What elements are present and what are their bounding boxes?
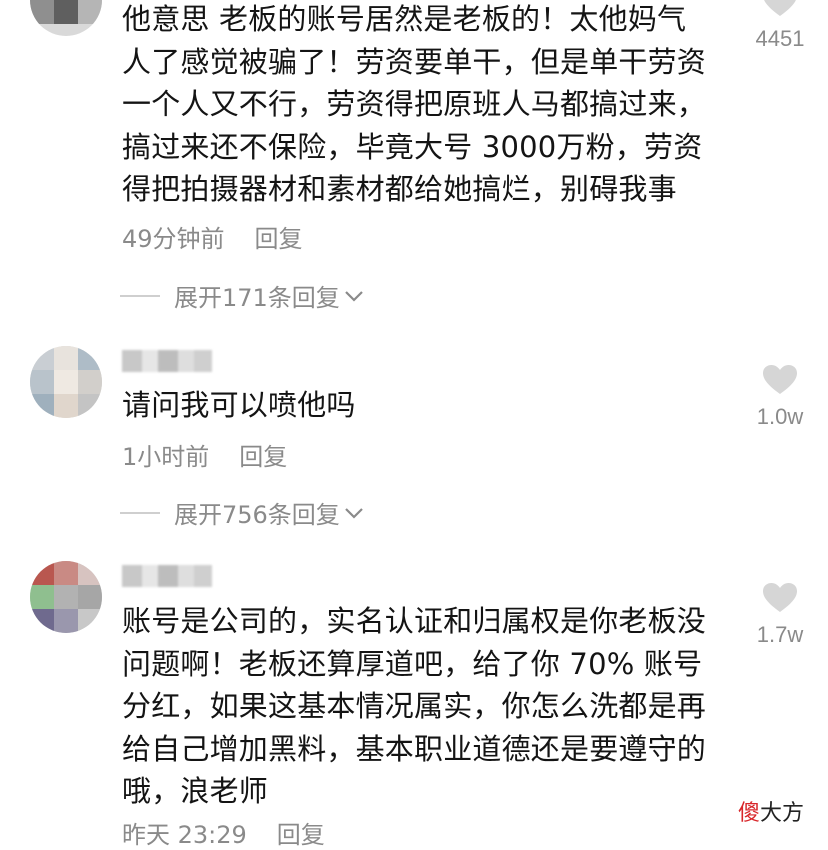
comment-line: 问题啊！老板还算厚道吧，给了你 70% 账号	[122, 646, 703, 681]
comment-text: 账号是公司的，实名认证和归属权是你老板没 问题啊！老板还算厚道吧，给了你 70%…	[122, 600, 727, 813]
like-count: 1.0w	[756, 404, 804, 429]
expand-replies-label: 展开171条回复	[174, 284, 340, 312]
expand-replies-button[interactable]: 展开756条回复	[120, 495, 364, 530]
comment-line: 一个人又不行，劳资得把原班人马都搞过来，	[122, 87, 707, 121]
username-blurred[interactable]	[122, 350, 212, 372]
comment-line: 他意思 老板的账号居然是老板的！太他妈气	[122, 2, 687, 36]
like-button[interactable]: 1.7w	[745, 582, 815, 648]
comment-line: 请问我可以喷他吗	[122, 388, 356, 422]
comment-line: 哦，浪老师	[122, 774, 269, 808]
like-button[interactable]: 4451	[745, 0, 815, 52]
heart-icon	[745, 364, 815, 400]
avatar[interactable]	[30, 0, 102, 36]
avatar[interactable]	[30, 561, 102, 633]
chevron-down-icon	[344, 501, 364, 525]
timestamp: 1小时前	[122, 443, 210, 471]
watermark-first-char: 傻	[738, 801, 761, 826]
comment-meta: 1小时前 回复	[122, 437, 287, 472]
divider	[120, 511, 160, 514]
like-button[interactable]: 1.0w	[745, 364, 815, 430]
comment-line: 搞过来还不保险，毕竟大号 3000万粉，劳资	[122, 129, 703, 164]
expand-replies-button[interactable]: 展开171条回复	[120, 278, 364, 313]
comment-line: 分红，如果这基本情况属实，你怎么洗都是再	[122, 689, 707, 723]
comment-line: 给自己增加黑料，基本职业道德还是要遵守的	[122, 731, 707, 766]
watermark-rest: 大方	[760, 801, 805, 826]
expand-replies-label: 展开756条回复	[174, 501, 340, 529]
divider	[120, 294, 160, 297]
comment-text: 他意思 老板的账号居然是老板的！太他妈气 人了感觉被骗了！劳资要单干，但是单干劳…	[122, 0, 727, 211]
reply-button[interactable]: 回复	[255, 225, 303, 253]
watermark: 傻大方	[738, 795, 804, 827]
comment-text: 请问我可以喷他吗	[122, 384, 727, 427]
avatar[interactable]	[30, 346, 102, 418]
comment-line: 账号是公司的，实名认证和归属权是你老板没	[122, 604, 707, 638]
comment-meta: 49分钟前 回复	[122, 219, 303, 254]
reply-button[interactable]: 回复	[239, 443, 287, 471]
like-count: 1.7w	[756, 622, 804, 647]
heart-icon	[745, 0, 815, 22]
comment-line: 人了感觉被骗了！劳资要单干，但是单干劳资	[122, 44, 707, 79]
chevron-down-icon	[344, 284, 364, 308]
heart-icon	[745, 582, 815, 618]
timestamp: 49分钟前	[122, 225, 225, 253]
comment-line: 得把拍摄器材和素材都给她搞烂，别碍我事	[122, 172, 677, 206]
username-blurred[interactable]	[122, 565, 212, 587]
like-count: 4451	[755, 26, 805, 51]
